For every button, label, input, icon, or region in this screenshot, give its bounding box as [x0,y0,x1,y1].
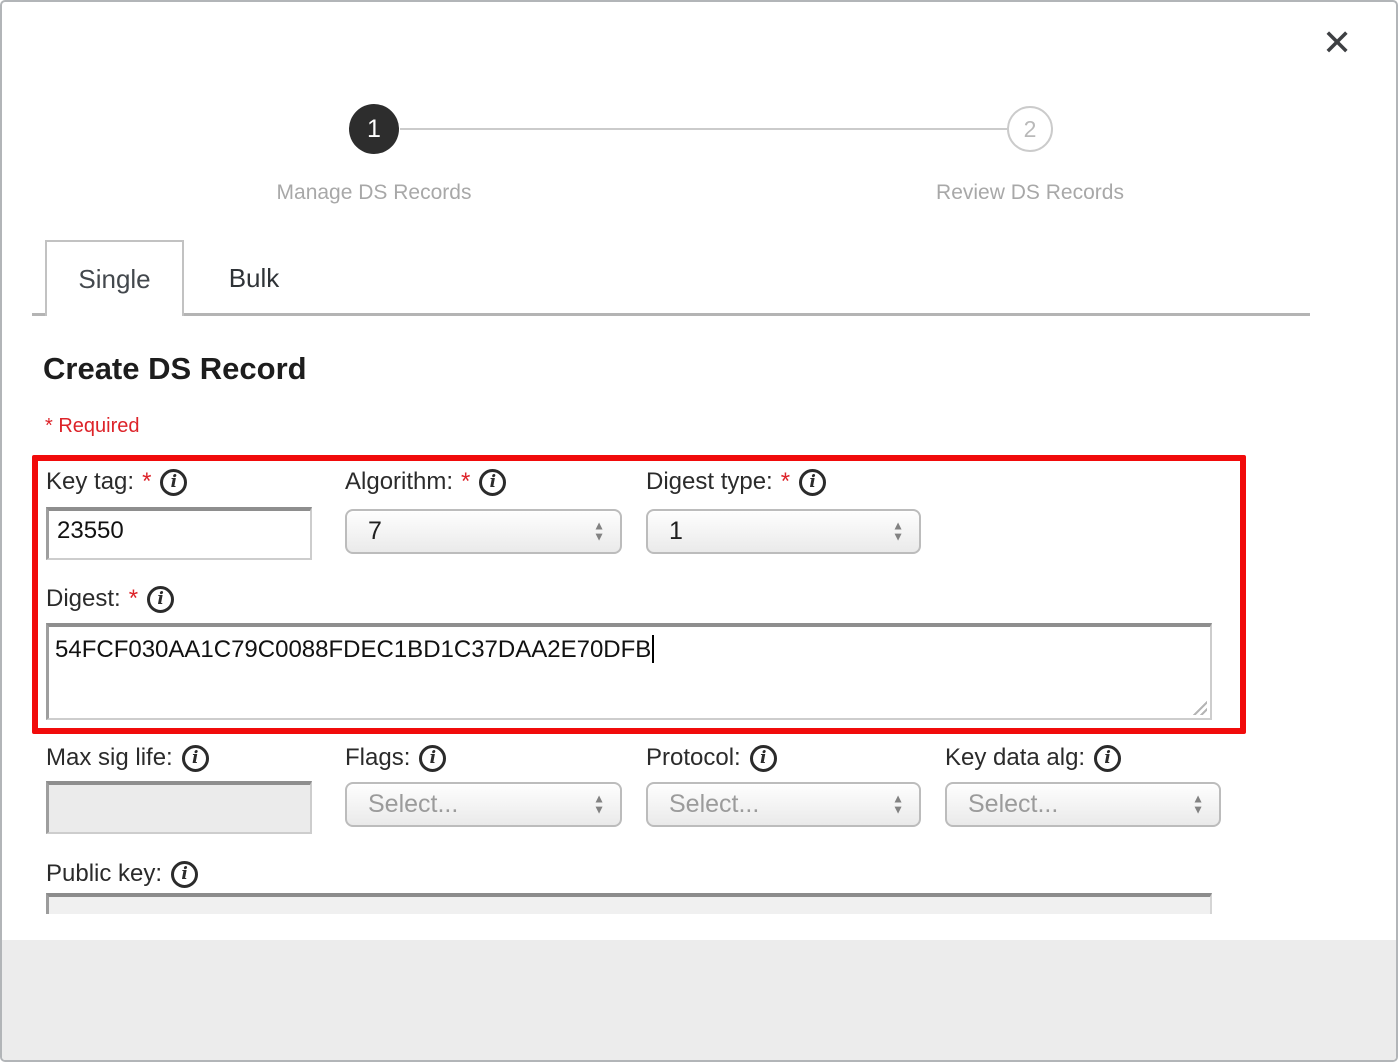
tab-bulk-label: Bulk [229,263,280,294]
step-1-circle: 1 [349,104,399,154]
info-icon[interactable]: i [171,861,198,888]
step-1-number: 1 [367,115,381,144]
flags-select[interactable]: Select... ▲▼ [345,782,622,827]
info-icon[interactable]: i [1094,745,1121,772]
info-icon[interactable]: i [182,745,209,772]
digest-textarea[interactable]: 54FCF030AA1C79C0088FDEC1BD1C37DAA2E70DFB [46,623,1212,720]
protocol-select[interactable]: Select... ▲▼ [646,782,921,827]
digest-type-select-value: 1 [669,517,683,546]
key-tag-input[interactable]: 23550 [46,507,312,560]
key-tag-label: Key tag: * i [46,468,187,496]
step-1-label: Manage DS Records [224,181,524,205]
flags-label: Flags: i [345,744,446,772]
max-sig-life-label: Max sig life: i [46,744,209,772]
stepper-connector [400,128,1008,130]
create-ds-record-dialog: ✕ 1 2 Manage DS Records Review DS Record… [0,0,1398,1062]
protocol-label-text: Protocol: [646,744,741,772]
max-sig-life-input[interactable] [46,781,312,834]
info-icon[interactable]: i [147,586,174,613]
flags-label-text: Flags: [345,744,410,772]
digest-required-star: * [129,585,138,613]
key-data-alg-label: Key data alg: i [945,744,1121,772]
close-icon[interactable]: ✕ [1322,26,1352,62]
spinner-arrows-icon: ▲▼ [1192,793,1204,816]
info-icon[interactable]: i [750,745,777,772]
key-data-alg-select[interactable]: Select... ▲▼ [945,782,1221,827]
digest-type-label: Digest type: * i [646,468,826,496]
public-key-label: Public key: i [46,860,198,888]
protocol-label: Protocol: i [646,744,777,772]
step-2-label: Review DS Records [880,181,1180,205]
dialog-footer: Cancel Back Next [2,940,1396,1060]
page-title: Create DS Record [43,351,307,387]
algorithm-required-star: * [461,468,470,496]
digest-value: 54FCF030AA1C79C0088FDEC1BD1C37DAA2E70DFB [55,636,651,663]
digest-label-text: Digest: [46,585,121,613]
spinner-arrows-icon: ▲▼ [593,793,605,816]
required-star: * [45,415,53,437]
public-key-label-text: Public key: [46,860,162,888]
protocol-select-value: Select... [669,790,759,819]
algorithm-label: Algorithm: * i [345,468,506,496]
info-icon[interactable]: i [799,469,826,496]
digest-label: Digest: * i [46,585,174,613]
max-sig-life-label-text: Max sig life: [46,744,173,772]
info-icon[interactable]: i [479,469,506,496]
key-data-alg-select-value: Select... [968,790,1058,819]
algorithm-select[interactable]: 7 ▲▼ [345,509,622,554]
tab-single-label: Single [78,264,150,295]
tab-single[interactable]: Single [45,240,184,316]
info-icon[interactable]: i [419,745,446,772]
spinner-arrows-icon: ▲▼ [892,520,904,543]
resize-handle[interactable] [1190,698,1207,715]
spinner-arrows-icon: ▲▼ [892,793,904,816]
required-note: * Required [45,415,140,438]
flags-select-value: Select... [368,790,458,819]
public-key-textarea[interactable] [46,893,1212,914]
key-tag-label-text: Key tag: [46,468,134,496]
digest-type-required-star: * [781,468,790,496]
key-data-alg-label-text: Key data alg: [945,744,1085,772]
text-caret [652,635,654,663]
step-2-circle: 2 [1007,106,1053,152]
spinner-arrows-icon: ▲▼ [593,520,605,543]
key-tag-required-star: * [142,468,151,496]
algorithm-label-text: Algorithm: [345,468,453,496]
required-text: Required [53,415,140,437]
digest-type-select[interactable]: 1 ▲▼ [646,509,921,554]
algorithm-select-value: 7 [368,517,382,546]
tab-bulk[interactable]: Bulk [184,240,324,316]
info-icon[interactable]: i [160,469,187,496]
digest-type-label-text: Digest type: [646,468,773,496]
step-2-number: 2 [1024,116,1037,143]
